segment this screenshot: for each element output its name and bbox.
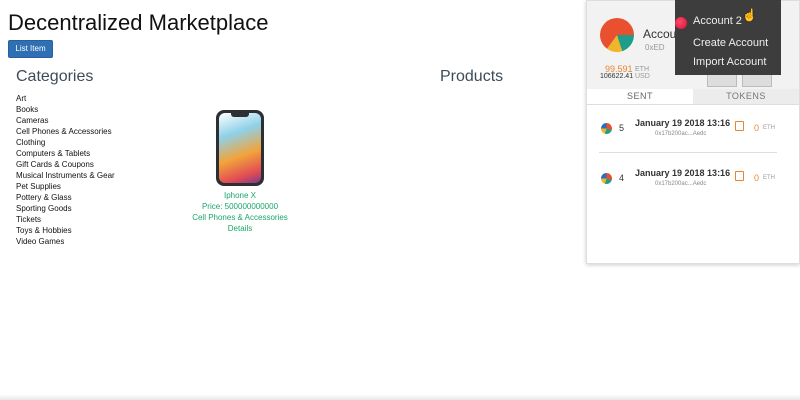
product-price: Price: 500000000000 — [201, 202, 279, 211]
transaction-date: January 19 2018 13:16 — [635, 118, 731, 128]
account-address[interactable]: 0xED — [645, 43, 665, 52]
pointer-cursor-icon: ☝ — [742, 8, 757, 22]
tab-bar: SENT TOKENS — [587, 89, 799, 105]
products-heading: Products — [440, 68, 504, 85]
product-details-link[interactable]: Details — [190, 223, 290, 234]
page-title: Decentralized Marketplace — [8, 10, 269, 35]
transaction-unit: ETH — [763, 125, 775, 131]
category-item-sporting-goods[interactable]: Sporting Goods — [16, 203, 115, 214]
menu-item-account-2[interactable]: Account 2 — [675, 15, 742, 29]
categories-heading: Categories — [16, 68, 94, 85]
phone-screen-image — [219, 113, 261, 183]
eth-unit: ETH — [635, 66, 649, 73]
transaction-amount: 0 — [754, 123, 760, 133]
phone-notch — [231, 113, 249, 117]
menu-item-label: Account 2 — [693, 15, 742, 27]
transaction-row[interactable]: 5 January 19 2018 13:16 0x17b200ac...Aed… — [587, 118, 799, 173]
product-card: Iphone X Price: 500000000000 Cell Phones… — [190, 110, 290, 234]
identicon-icon — [601, 123, 612, 134]
category-item-art[interactable]: Art — [16, 93, 115, 104]
copy-icon[interactable] — [735, 121, 744, 131]
category-item-tickets[interactable]: Tickets — [16, 214, 115, 225]
account-2-avatar-icon — [675, 17, 687, 29]
usd-balance: 106622.41 — [600, 73, 634, 80]
category-item-pottery[interactable]: Pottery & Glass — [16, 192, 115, 203]
transaction-amount: 0 — [754, 173, 760, 183]
transaction-unit: ETH — [763, 175, 775, 181]
category-item-toys[interactable]: Toys & Hobbies — [16, 225, 115, 236]
category-item-books[interactable]: Books — [16, 104, 115, 115]
category-item-cameras[interactable]: Cameras — [16, 115, 115, 126]
category-item-cell-phones[interactable]: Cell Phones & Accessories — [16, 126, 115, 137]
menu-item-import-account[interactable]: Import Account — [693, 56, 766, 68]
category-list: Art Books Cameras Cell Phones & Accessor… — [16, 93, 115, 247]
bottom-edge — [0, 394, 800, 400]
account-menu: Account 2 Create Account Import Account — [675, 0, 781, 75]
product-name: Iphone X — [223, 191, 257, 200]
menu-item-create-account[interactable]: Create Account — [693, 37, 768, 49]
category-item-computers[interactable]: Computers & Tablets — [16, 148, 115, 159]
tab-sent[interactable]: SENT — [587, 89, 693, 104]
transaction-hash: 0x17b200ac...Aedc — [655, 181, 707, 187]
category-item-gift-cards[interactable]: Gift Cards & Coupons — [16, 159, 115, 170]
transaction-hash: 0x17b200ac...Aedc — [655, 131, 707, 137]
product-category: Cell Phones & Accessories — [192, 213, 288, 222]
list-item-button[interactable]: List Item — [8, 40, 53, 58]
divider — [599, 152, 777, 153]
copy-icon[interactable] — [735, 171, 744, 181]
product-image[interactable] — [216, 110, 264, 186]
transaction-nonce: 4 — [619, 173, 625, 183]
category-item-musical-instruments[interactable]: Musical Instruments & Gear — [16, 170, 115, 181]
transaction-date: January 19 2018 13:16 — [635, 168, 731, 178]
usd-unit: USD — [635, 73, 650, 80]
tab-tokens[interactable]: TOKENS — [693, 89, 799, 104]
transaction-nonce: 5 — [619, 123, 625, 133]
identicon-icon — [601, 173, 612, 184]
category-item-pet-supplies[interactable]: Pet Supplies — [16, 181, 115, 192]
category-item-clothing[interactable]: Clothing — [16, 137, 115, 148]
category-item-video-games[interactable]: Video Games — [16, 236, 115, 247]
transaction-row[interactable]: 4 January 19 2018 13:16 0x17b200ac...Aed… — [587, 168, 799, 223]
account-avatar-icon[interactable] — [600, 18, 634, 52]
